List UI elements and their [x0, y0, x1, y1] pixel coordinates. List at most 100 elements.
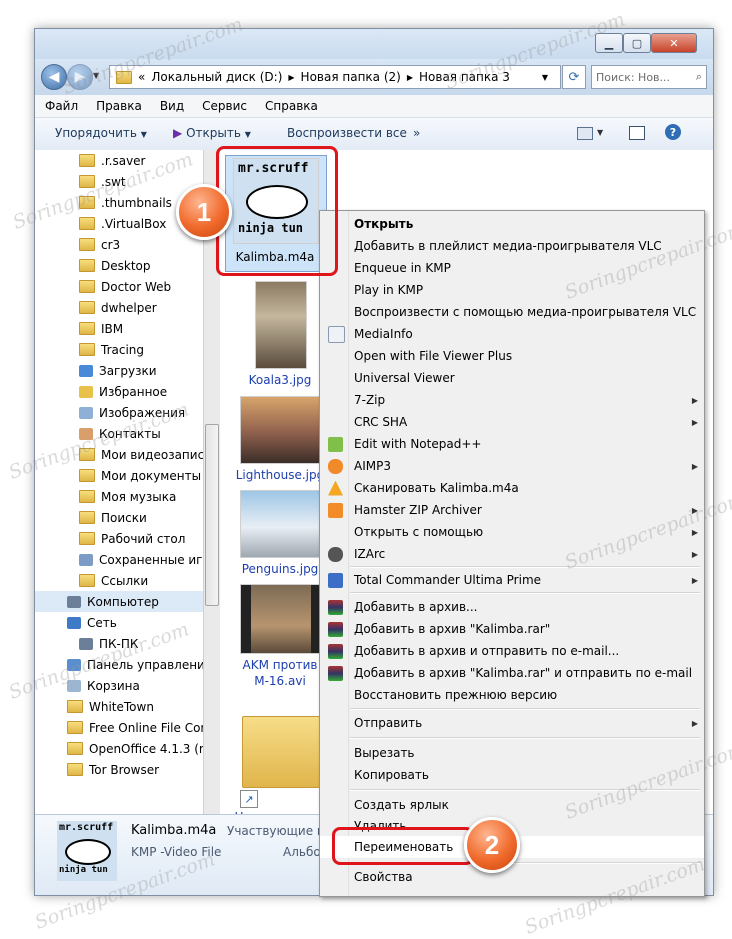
address-dropdown-icon[interactable]: ▼ — [542, 73, 548, 82]
file-name-line1[interactable]: AKM против — [230, 658, 330, 672]
menu-item-7zip[interactable]: 7-Zip ▶ — [320, 389, 704, 411]
contacts-icon — [79, 427, 93, 440]
video-thumbnail[interactable] — [240, 584, 322, 654]
nav-scrollbar-thumb[interactable] — [205, 424, 219, 606]
nav-folder[interactable]: Tor Browser — [67, 759, 159, 780]
play-all-button[interactable]: Воспроизвести все — [287, 126, 407, 140]
menu-item-notepadpp[interactable]: Edit with Notepad++ — [320, 433, 704, 455]
menu-item-add-kalimba-rar-email[interactable]: Добавить в архив "Kalimba.rar" и отправи… — [320, 662, 704, 684]
menu-item-properties[interactable]: Свойства — [320, 866, 704, 888]
nav-computer[interactable]: Компьютер — [35, 591, 203, 612]
file-name-line2[interactable]: M-16.avi — [230, 674, 330, 688]
nav-control-panel[interactable]: Панель управления — [67, 654, 203, 675]
nav-folder[interactable]: Tracing — [79, 339, 144, 360]
open-button[interactable]: ▶ Открыть ▼ — [173, 126, 251, 140]
nav-folder-pictures[interactable]: Изображения — [79, 402, 185, 423]
help-icon[interactable]: ? — [665, 124, 681, 140]
address-bar[interactable]: « Локальный диск (D:) ▶ Новая папка (2) … — [109, 65, 561, 89]
nav-folder[interactable]: Desktop — [79, 255, 151, 276]
menu-item-hamster-zip[interactable]: Hamster ZIP Archiver ▶ — [320, 499, 704, 521]
nav-pc[interactable]: ПК-ПК — [79, 633, 138, 654]
menu-item-aimp3[interactable]: AIMP3 ▶ — [320, 455, 704, 477]
menu-file[interactable]: Файл — [35, 99, 86, 113]
menu-view[interactable]: Вид — [150, 99, 192, 113]
preview-pane-icon[interactable] — [629, 126, 645, 140]
menu-item-vlc-playlist[interactable]: Добавить в плейлист медиа-проигрывателя … — [320, 235, 704, 257]
back-button[interactable]: ◀ — [41, 64, 67, 90]
nav-folder[interactable]: Free Online File Conv — [67, 717, 203, 738]
nav-folder[interactable]: dwhelper — [79, 297, 157, 318]
minimize-button[interactable]: ▁ — [595, 33, 623, 53]
menu-edit[interactable]: Правка — [86, 99, 150, 113]
nav-folder[interactable]: WhiteTown — [67, 696, 154, 717]
nav-folder-searches[interactable]: Поиски — [79, 507, 147, 528]
nav-folder-documents[interactable]: Мои документы — [79, 465, 201, 486]
menu-item-play-kmp[interactable]: Play in KMP — [320, 279, 704, 301]
file-name[interactable]: Lighthouse.jpg — [230, 468, 330, 482]
file-name[interactable]: Koala3.jpg — [240, 373, 320, 387]
menu-item-create-shortcut[interactable]: Создать ярлык — [320, 794, 704, 816]
nav-folder-desktop[interactable]: Рабочий стол — [79, 528, 185, 549]
menu-item-copy[interactable]: Копировать — [320, 764, 704, 786]
menu-tools[interactable]: Сервис — [192, 99, 255, 113]
folder-shortcut-icon[interactable] — [242, 716, 320, 788]
close-button[interactable]: ✕ — [651, 33, 697, 53]
menu-help[interactable]: Справка — [255, 99, 326, 113]
menu-item-total-commander[interactable]: Total Commander Ultima Prime ▶ — [320, 569, 704, 591]
organize-button[interactable]: Упорядочить ▼ — [55, 126, 147, 140]
nav-folder-downloads[interactable]: Загрузки — [79, 360, 157, 381]
nav-folder-favorites[interactable]: Избранное — [79, 381, 167, 402]
folder-icon — [67, 763, 83, 776]
menu-item-vlc-play[interactable]: Воспроизвести с помощью медиа-проигрыват… — [320, 301, 704, 323]
nav-folder[interactable]: .swt — [79, 171, 126, 192]
menu-item-izarc[interactable]: IZArc ▶ — [320, 543, 704, 565]
nav-folder[interactable]: OpenOffice 4.1.3 (ru) — [67, 738, 203, 759]
menu-item-add-archive[interactable]: Добавить в архив... — [320, 596, 704, 618]
lighthouse-thumbnail[interactable] — [240, 396, 322, 464]
breadcrumb-part[interactable]: Новая папка (2) — [301, 70, 401, 84]
menu-item-universal-viewer[interactable]: Universal Viewer — [320, 367, 704, 389]
nav-folder-videos[interactable]: Мои видеозаписи — [79, 444, 203, 465]
search-input[interactable]: Поиск: Нов... ⌕ — [591, 65, 707, 89]
nav-folder-links[interactable]: Ссылки — [79, 570, 148, 591]
nav-folder[interactable]: .VirtualBox — [79, 213, 166, 234]
nav-folder-saved-games[interactable]: Сохраненные игры — [79, 549, 203, 570]
view-options-icon[interactable] — [577, 127, 593, 140]
menu-item-enqueue-kmp[interactable]: Enqueue in KMP — [320, 257, 704, 279]
menu-item-mediainfo[interactable]: MediaInfo — [320, 323, 704, 345]
menu-item-scan[interactable]: Сканировать Kalimba.m4a — [320, 477, 704, 499]
forward-button[interactable]: ▶ — [67, 64, 93, 90]
nav-folder[interactable]: .thumbnails — [79, 192, 172, 213]
menu-item-cut[interactable]: Вырезать — [320, 742, 704, 764]
penguins-thumbnail[interactable] — [240, 490, 322, 558]
maximize-button[interactable]: ▢ — [623, 33, 651, 53]
menu-item-add-kalimba-rar[interactable]: Добавить в архив "Kalimba.rar" — [320, 618, 704, 640]
koala-thumbnail[interactable] — [255, 281, 307, 369]
nav-folder[interactable]: .r.saver — [79, 150, 145, 171]
nav-folder[interactable]: IBM — [79, 318, 123, 339]
breadcrumb-separator-icon[interactable]: ▶ — [407, 73, 413, 82]
folder-icon — [79, 574, 95, 587]
nav-network[interactable]: Сеть — [67, 612, 117, 633]
file-name[interactable]: Penguins.jpg — [230, 562, 330, 576]
breadcrumb-part[interactable]: Локальный диск (D:) — [151, 70, 282, 84]
menu-item-crc-sha[interactable]: CRC SHA ▶ — [320, 411, 704, 433]
refresh-button[interactable]: ⟳ — [562, 65, 586, 89]
menu-item-open-with[interactable]: Открыть с помощью ▶ — [320, 521, 704, 543]
menu-item-file-viewer-plus[interactable]: Open with File Viewer Plus — [320, 345, 704, 367]
nav-folder[interactable]: cr3 — [79, 234, 120, 255]
folder-icon — [79, 469, 95, 482]
menu-item-add-archive-email[interactable]: Добавить в архив и отправить по e-mail..… — [320, 640, 704, 662]
breadcrumb-part[interactable]: Новая папка 3 — [419, 70, 510, 84]
menu-item-send-to[interactable]: Отправить ▶ — [320, 712, 704, 734]
nav-recycle-bin[interactable]: Корзина — [67, 675, 140, 696]
nav-folder-music[interactable]: Моя музыка — [79, 486, 176, 507]
view-dropdown-icon[interactable]: ▼ — [597, 128, 603, 137]
nav-folder-contacts[interactable]: Контакты — [79, 423, 161, 444]
menu-item-open[interactable]: Открыть — [320, 213, 704, 235]
menu-item-restore-version[interactable]: Восстановить прежнюю версию — [320, 684, 704, 706]
recent-pages-chevron-icon[interactable]: ▼ — [93, 71, 99, 80]
breadcrumb-separator-icon[interactable]: ▶ — [288, 73, 294, 82]
more-commands-button[interactable]: » — [413, 126, 420, 140]
nav-folder[interactable]: Doctor Web — [79, 276, 171, 297]
